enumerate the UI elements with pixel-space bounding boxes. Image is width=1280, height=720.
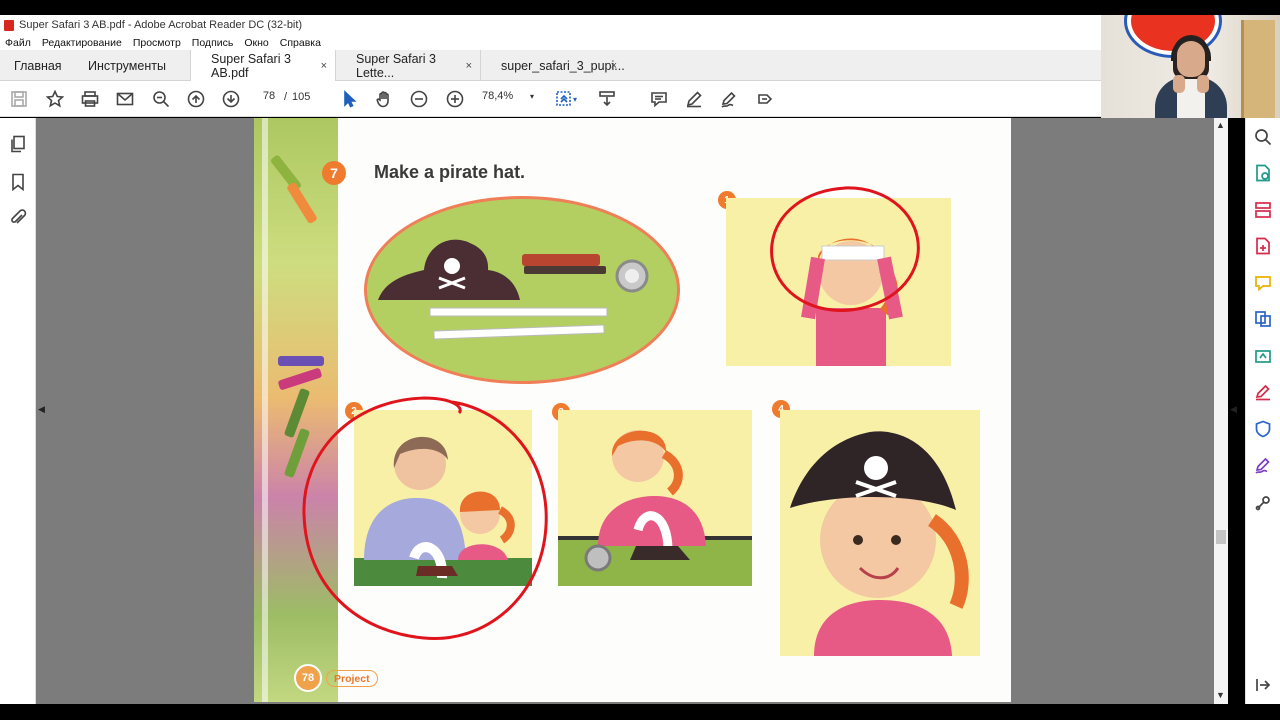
tab-home-label: Главная	[14, 58, 62, 73]
right-tools-panel	[1245, 118, 1280, 704]
print-icon[interactable]	[80, 89, 100, 109]
main-toolbar: ▾	[0, 81, 1101, 117]
acrobat-icon	[4, 19, 14, 31]
step-2-illustration	[354, 436, 532, 586]
next-page-icon[interactable]	[221, 89, 241, 109]
tab-tools-label: Инструменты	[88, 58, 166, 73]
page-number-input[interactable]: 78	[257, 90, 281, 107]
page-separator: /	[284, 91, 288, 103]
left-nav-panel	[0, 118, 36, 704]
fill-sign-icon[interactable]	[1254, 383, 1272, 401]
expand-panel-icon[interactable]	[1254, 676, 1272, 694]
zoom-select[interactable]: 78,4% ▾	[482, 90, 534, 107]
scroll-up-icon[interactable]: ▲	[1216, 120, 1225, 130]
zoom-in-icon[interactable]	[445, 89, 465, 109]
email-icon[interactable]	[115, 89, 135, 109]
tab-tools[interactable]: Инструменты	[74, 50, 190, 81]
convert-icon[interactable]	[1254, 310, 1272, 328]
webcam-person-hands	[1167, 75, 1215, 93]
search-icon[interactable]	[151, 89, 171, 109]
tab-close-icon[interactable]: ×	[466, 60, 472, 72]
bottom-letterbox	[0, 704, 1280, 720]
menu-help[interactable]: Справка	[280, 37, 321, 49]
menu-window[interactable]: Окно	[244, 37, 268, 49]
fit-page-dropdown-icon[interactable]: ▾	[570, 89, 580, 109]
tab-close-icon[interactable]: ×	[611, 60, 617, 72]
step-4-illustration	[790, 431, 969, 656]
section-label: Project	[326, 670, 378, 687]
menu-edit[interactable]: Редактирование	[42, 37, 122, 49]
pdf-page: 7 Make a pirate hat. 1	[254, 118, 1011, 702]
webcam-hand	[1197, 75, 1209, 93]
collapse-right-panel-icon[interactable]: ◀	[1230, 404, 1237, 415]
more-tools-icon[interactable]	[1254, 494, 1272, 512]
tab-doc-super-safari-letters[interactable]: Super Safari 3 Lette... ×	[335, 50, 480, 81]
webcam-overlay	[1101, 15, 1280, 118]
hand-tool-icon[interactable]	[374, 89, 394, 109]
vertical-scrollbar[interactable]: ▲ ▼	[1214, 118, 1228, 704]
scroll-down-icon[interactable]: ▼	[1216, 690, 1225, 700]
prev-page-icon[interactable]	[186, 89, 206, 109]
scrollbar-thumb[interactable]	[1216, 530, 1226, 544]
highlight-pen-icon[interactable]	[684, 89, 704, 109]
edit-sign-icon[interactable]	[1254, 456, 1272, 474]
bookmarks-icon[interactable]	[9, 173, 27, 192]
tab-doc-label: super_safari_3_pupi...	[501, 58, 625, 73]
step-1-illustration	[801, 238, 903, 366]
export-pdf-icon[interactable]	[1254, 164, 1272, 182]
comment-tool-icon[interactable]	[1254, 274, 1272, 292]
window-titlebar: Super Safari 3 AB.pdf - Adobe Acrobat Re…	[0, 15, 1101, 35]
menu-sign[interactable]: Подпись	[192, 37, 234, 49]
step-3-illustration	[558, 430, 752, 586]
tab-doc-label: Super Safari 3 Lette...	[356, 51, 436, 80]
sign-pen-icon[interactable]	[719, 89, 739, 109]
window-title: Super Safari 3 AB.pdf - Adobe Acrobat Re…	[19, 19, 303, 31]
zoom-value: 78,4%	[482, 90, 514, 102]
page-thumbnails-icon[interactable]	[9, 135, 27, 153]
protect-icon[interactable]	[1254, 420, 1272, 438]
zoom-search-icon[interactable]	[1254, 128, 1272, 146]
chevron-down-icon: ▾	[529, 92, 534, 101]
organize-pages-icon[interactable]	[1254, 201, 1272, 219]
tab-doc-super-safari-pupils[interactable]: super_safari_3_pupi... ×	[480, 50, 625, 81]
menu-bar: Файл Редактирование Просмотр Подпись Окн…	[0, 35, 1101, 50]
tab-bar: Главная Инструменты Super Safari 3 AB.pd…	[0, 50, 1101, 81]
zoom-out-icon[interactable]	[409, 89, 429, 109]
screen: Super Safari 3 AB.pdf - Adobe Acrobat Re…	[0, 0, 1280, 720]
page-total: 105	[292, 91, 311, 103]
scroll-mode-icon[interactable]	[597, 89, 617, 109]
menu-view[interactable]: Просмотр	[133, 37, 181, 49]
menu-file[interactable]: Файл	[5, 37, 31, 49]
top-letterbox	[0, 0, 1280, 15]
tab-home[interactable]: Главная	[0, 50, 74, 81]
collapse-left-panel-icon[interactable]: ◀	[38, 404, 45, 415]
webcam-door	[1241, 20, 1275, 118]
create-pdf-icon[interactable]	[1254, 237, 1272, 255]
comment-icon[interactable]	[649, 89, 669, 109]
tab-close-icon[interactable]: ×	[321, 60, 327, 72]
share-tools-icon[interactable]	[755, 89, 775, 109]
webcam-hand	[1173, 75, 1185, 93]
select-cursor-icon[interactable]	[339, 89, 359, 109]
attachments-icon[interactable]	[9, 209, 27, 227]
tab-doc-label: Super Safari 3 AB.pdf	[211, 51, 291, 80]
page-number-badge: 78	[294, 664, 322, 692]
save-icon[interactable]	[9, 89, 29, 109]
share-icon[interactable]	[1254, 347, 1272, 365]
bookmark-star-icon[interactable]	[45, 89, 65, 109]
tab-doc-super-safari-ab[interactable]: Super Safari 3 AB.pdf ×	[190, 50, 335, 81]
